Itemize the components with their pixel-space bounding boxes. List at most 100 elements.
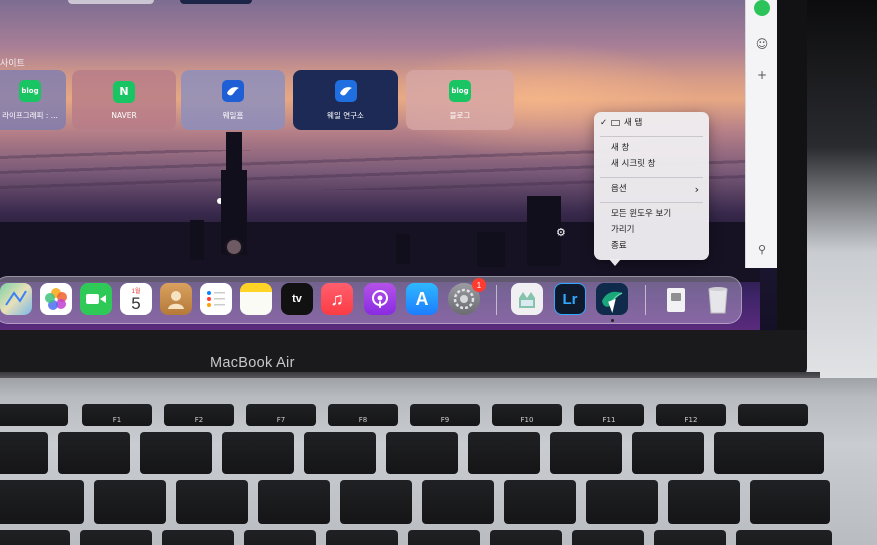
photos-app-icon[interactable]: [40, 283, 72, 315]
tile-label: 블로그: [449, 110, 471, 120]
keyboard-deck: F1 F2 F7 F8 F9 F10 F11 F12: [0, 378, 877, 545]
browser-sidebar: ☺ + ⚲: [745, 0, 777, 268]
menu-item-new-window[interactable]: 새 창: [594, 141, 709, 156]
key: [386, 432, 458, 474]
notification-badge: 1: [472, 278, 486, 292]
menu-item-options[interactable]: 옵션 ›: [594, 182, 709, 197]
key: [586, 480, 658, 524]
running-indicator: [611, 319, 614, 322]
key: [490, 530, 562, 545]
menu-item-show-all-windows[interactable]: 모든 윈도우 보기: [594, 207, 709, 222]
screen-bezel: [777, 0, 807, 330]
plus-icon[interactable]: +: [753, 66, 771, 84]
tower-spire: [226, 132, 242, 172]
key-f8: F8: [328, 404, 398, 426]
key: [0, 432, 48, 474]
key-f1: F1: [82, 404, 152, 426]
key: [668, 480, 740, 524]
dock-context-menu: ✓ 새 탭 새 창 새 시크릿 창 옵션 › 모든 윈도우 보기 가리기 종료: [594, 112, 709, 260]
whale-extensions-app-icon[interactable]: [511, 283, 543, 315]
settings-gear-icon[interactable]: ⚙: [556, 226, 566, 239]
whale-lab-logo-icon: [334, 79, 357, 102]
podcasts-app-icon[interactable]: [364, 283, 396, 315]
key: [504, 480, 576, 524]
key: [572, 530, 644, 545]
key: [258, 480, 330, 524]
dock-separator: [496, 285, 497, 315]
menu-item-label: 새 탭: [624, 118, 643, 128]
naver-logo-icon: N: [113, 80, 135, 103]
key: [80, 530, 152, 545]
key-f7: F7: [246, 404, 316, 426]
key: [222, 432, 294, 474]
window-icon: [611, 119, 620, 126]
key: [468, 432, 540, 474]
blog-logo-icon: blog: [449, 79, 471, 102]
key-f2: F2: [164, 404, 234, 426]
contacts-app-icon[interactable]: [160, 283, 192, 315]
key: [632, 432, 704, 474]
menu-item-new-incognito[interactable]: 새 시크릿 창: [594, 157, 709, 172]
green-app-icon[interactable]: [754, 0, 770, 16]
key-caps: [0, 530, 70, 545]
key: [140, 432, 212, 474]
whale-logo-icon: [222, 79, 244, 102]
app-store-app-icon[interactable]: A: [406, 283, 438, 315]
pin-icon[interactable]: ⚲: [753, 240, 771, 258]
clock-face-icon: [225, 238, 243, 256]
key-power: [738, 404, 808, 426]
menu-item-new-tab[interactable]: ✓ 새 탭: [594, 116, 709, 131]
building: [190, 220, 204, 260]
bottom-bezel: [0, 330, 807, 378]
top-tile-edge: [180, 0, 252, 4]
dock-separator: [645, 285, 646, 315]
trash-icon[interactable]: [702, 283, 734, 315]
site-tile-whale-lab[interactable]: 웨일 연구소: [293, 70, 398, 130]
key-f10: F10: [492, 404, 562, 426]
key: [94, 480, 166, 524]
site-tile-whale-home[interactable]: 웨일홈: [181, 70, 285, 130]
apple-tv-app-icon[interactable]: tv: [281, 283, 313, 315]
notes-app-icon[interactable]: [240, 283, 272, 315]
favorites-title: 사이트: [0, 59, 25, 69]
menu-pointer: [609, 259, 621, 266]
key: [654, 530, 726, 545]
music-app-icon[interactable]: ♫: [321, 283, 353, 315]
tile-label: 웨일홈: [222, 110, 244, 120]
check-icon: ✓: [600, 118, 608, 128]
menu-item-quit[interactable]: 종료: [594, 239, 709, 254]
key-f12: F12: [656, 404, 726, 426]
key: [326, 530, 398, 545]
key: [58, 432, 130, 474]
key: [750, 480, 830, 524]
key-tab: [0, 480, 84, 524]
menu-separator: [600, 202, 703, 203]
key: [422, 480, 494, 524]
key-f11: F11: [574, 404, 644, 426]
key: [162, 530, 234, 545]
avatar-icon[interactable]: ☺: [753, 35, 771, 53]
lightroom-app-icon[interactable]: Lr: [554, 283, 586, 315]
key-esc: [0, 404, 68, 426]
tile-label: 라이프그래피 : ...: [2, 110, 58, 120]
site-tile-blog[interactable]: blog 라이프그래피 : ...: [0, 70, 66, 130]
key: [550, 432, 622, 474]
menu-item-hide[interactable]: 가리기: [594, 223, 709, 238]
facetime-app-icon[interactable]: [80, 283, 112, 315]
document-stack-icon[interactable]: [660, 283, 692, 315]
top-tile-edge: [68, 0, 154, 4]
laptop-screen: 사이트 blog 라이프그래피 : ... N NAVER 웨일홈 웨일 연구소…: [0, 0, 800, 330]
site-tile-naver[interactable]: N NAVER: [72, 70, 176, 130]
key-f9: F9: [410, 404, 480, 426]
submenu-chevron-icon: ›: [694, 183, 699, 196]
building: [396, 234, 410, 264]
reminders-app-icon[interactable]: [200, 283, 232, 315]
site-tile-blog-2[interactable]: blog 블로그: [406, 70, 514, 130]
tile-label: NAVER: [111, 110, 137, 120]
tile-label: 웨일 연구소: [327, 110, 364, 120]
calendar-app-icon[interactable]: 1월 5: [120, 283, 152, 315]
model-label: MacBook Air: [210, 355, 295, 371]
key-delete: [714, 432, 824, 474]
maps-app-icon[interactable]: [0, 283, 32, 315]
background-room: [797, 0, 877, 420]
